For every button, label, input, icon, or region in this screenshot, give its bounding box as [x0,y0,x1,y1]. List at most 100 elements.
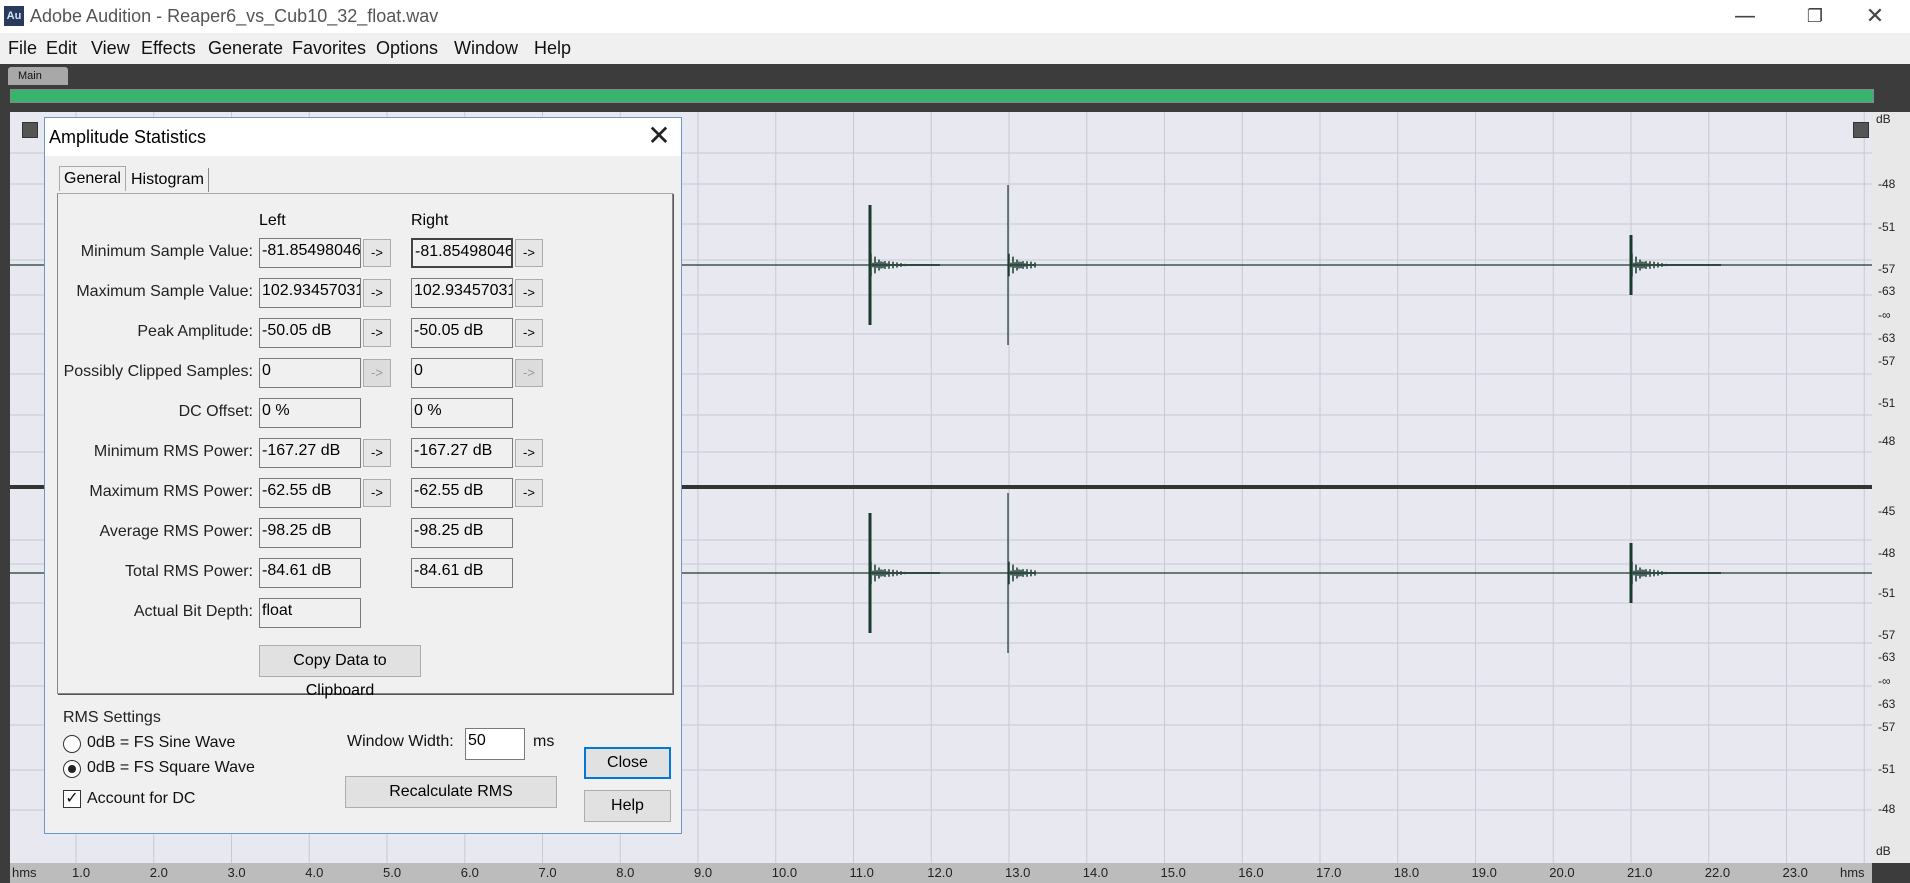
right-value-field: -98.25 dB [411,518,513,548]
dialog-title: Amplitude Statistics [49,127,207,147]
left-value-field: -62.55 dB [259,478,361,508]
zoom-corner-left[interactable] [22,122,38,138]
minimize-button[interactable]: — [1710,0,1780,33]
tab-histogram[interactable]: Histogram [127,168,209,192]
main-tab[interactable]: Main [8,67,68,85]
time-tick-label: 6.0 [460,865,479,880]
db-ruler-label: dB [1876,112,1891,126]
stat-label: Maximum Sample Value: [76,283,253,300]
time-tick-label: 23.0 [1782,865,1808,880]
right-goto-button[interactable]: -> [515,359,543,387]
time-tick-label: 22.0 [1704,865,1731,880]
window-width-label: Window Width: [347,733,454,750]
right-value-field: 0 % [411,398,513,428]
left-value-field: -167.27 dB [259,438,361,468]
db-ruler-label: -57 [1878,262,1896,276]
menu-view[interactable]: View [91,38,130,59]
sine-wave-label: 0dB = FS Sine Wave [87,734,236,751]
copy-to-clipboard-button[interactable]: Copy Data to Clipboard [259,645,421,699]
db-ruler-label: -57 [1878,354,1896,368]
account-dc-label: Account for DC [87,790,196,807]
left-value-field: -84.61 dB [259,558,361,588]
zoom-corner-right[interactable] [1853,122,1869,138]
window-width-input[interactable]: 50 [465,728,525,760]
db-ruler-label: -∞ [1878,308,1891,322]
menu-file[interactable]: File [8,38,37,59]
menu-bar: File Edit View Effects Generate Favorite… [0,34,1910,64]
menu-window[interactable]: Window [454,38,518,59]
time-tick-label: 21.0 [1627,865,1653,880]
close-button[interactable]: Close [584,747,671,779]
account-dc-checkbox[interactable]: ✓ [63,790,81,808]
db-ruler-label: -63 [1878,697,1896,711]
db-ruler-label: -51 [1878,396,1896,410]
dialog-close-icon[interactable]: ✕ [643,121,675,153]
app-icon: Au [4,6,24,26]
left-goto-button[interactable]: -> [363,319,391,347]
left-value-field: 102.93457031 [259,278,361,308]
tab-general[interactable]: General [59,166,126,191]
menu-effects[interactable]: Effects [141,38,196,59]
menu-help[interactable]: Help [534,38,571,59]
db-ruler-label: -51 [1878,586,1896,600]
time-tick-label: 17.0 [1316,865,1342,880]
rms-settings-label: RMS Settings [63,709,161,726]
menu-edit[interactable]: Edit [46,38,77,59]
waveform-transient [868,513,940,633]
overview-bar[interactable] [10,89,1874,103]
right-goto-button[interactable]: -> [515,239,543,267]
left-goto-button[interactable]: -> [363,439,391,467]
time-tick-label: 10.0 [771,865,798,880]
waveform-transient [1629,543,1721,603]
time-tick-label: 20.0 [1549,865,1575,880]
left-value-field: 0 % [259,398,361,428]
help-button[interactable]: Help [584,790,671,822]
square-wave-label: 0dB = FS Square Wave [87,759,255,776]
right-value-field: 0 [411,358,513,388]
stat-label: Minimum RMS Power: [93,443,253,460]
left-goto-button[interactable]: -> [363,479,391,507]
left-value-field: -50.05 dB [259,318,361,348]
time-tick-label: 7.0 [538,865,557,880]
time-tick-label: 5.0 [383,865,402,880]
sine-wave-radio[interactable] [63,735,81,753]
right-goto-button[interactable]: -> [515,439,543,467]
left-goto-button[interactable]: -> [363,359,391,387]
time-tick-label: 4.0 [305,865,324,880]
stat-label: Total RMS Power: [124,563,253,580]
right-goto-button[interactable]: -> [515,319,543,347]
stat-label: DC Offset: [178,403,253,420]
db-ruler-label: -48 [1878,802,1896,816]
time-tick-label: 16.0 [1238,865,1264,880]
time-tick-label: 12.0 [927,865,953,880]
menu-generate[interactable]: Generate [208,38,283,59]
stat-label: Actual Bit Depth: [133,603,253,620]
time-tick-label: 15.0 [1160,865,1186,880]
left-goto-button[interactable]: -> [363,239,391,267]
menu-options[interactable]: Options [376,38,438,59]
time-ruler: hms 1.0 2.0 3.0 4.0 5.0 6.0 7.0 8.0 9.0 10.0 11.0 12… [10,863,1872,883]
recalculate-rms-button[interactable]: Recalculate RMS [345,776,557,808]
db-ruler-label: -51 [1878,220,1896,234]
time-tick-label: hms [1840,865,1865,880]
time-tick-label: 13.0 [1005,865,1031,880]
menu-favorites[interactable]: Favorites [292,38,366,59]
right-value-field: -84.61 dB [411,558,513,588]
right-goto-button[interactable]: -> [515,479,543,507]
db-ruler-label: -∞ [1878,674,1891,688]
left-goto-button[interactable]: -> [363,279,391,307]
time-tick-label: 14.0 [1082,865,1109,880]
window-close-button[interactable]: ✕ [1840,0,1910,33]
db-ruler-label: -48 [1878,546,1896,560]
stat-label: Maximum RMS Power: [89,483,253,500]
right-value-field: -62.55 dB [411,478,513,508]
db-ruler-label: -48 [1878,434,1896,448]
right-goto-button[interactable]: -> [515,279,543,307]
stat-label: Average RMS Power: [99,523,253,540]
db-ruler-label: dB [1876,844,1891,858]
time-tick-label: 1.0 [72,865,91,880]
square-wave-radio[interactable] [63,760,81,778]
time-tick-label: 3.0 [227,865,246,880]
left-column-header: Left [259,212,286,229]
right-value-field: -50.05 dB [411,318,513,348]
